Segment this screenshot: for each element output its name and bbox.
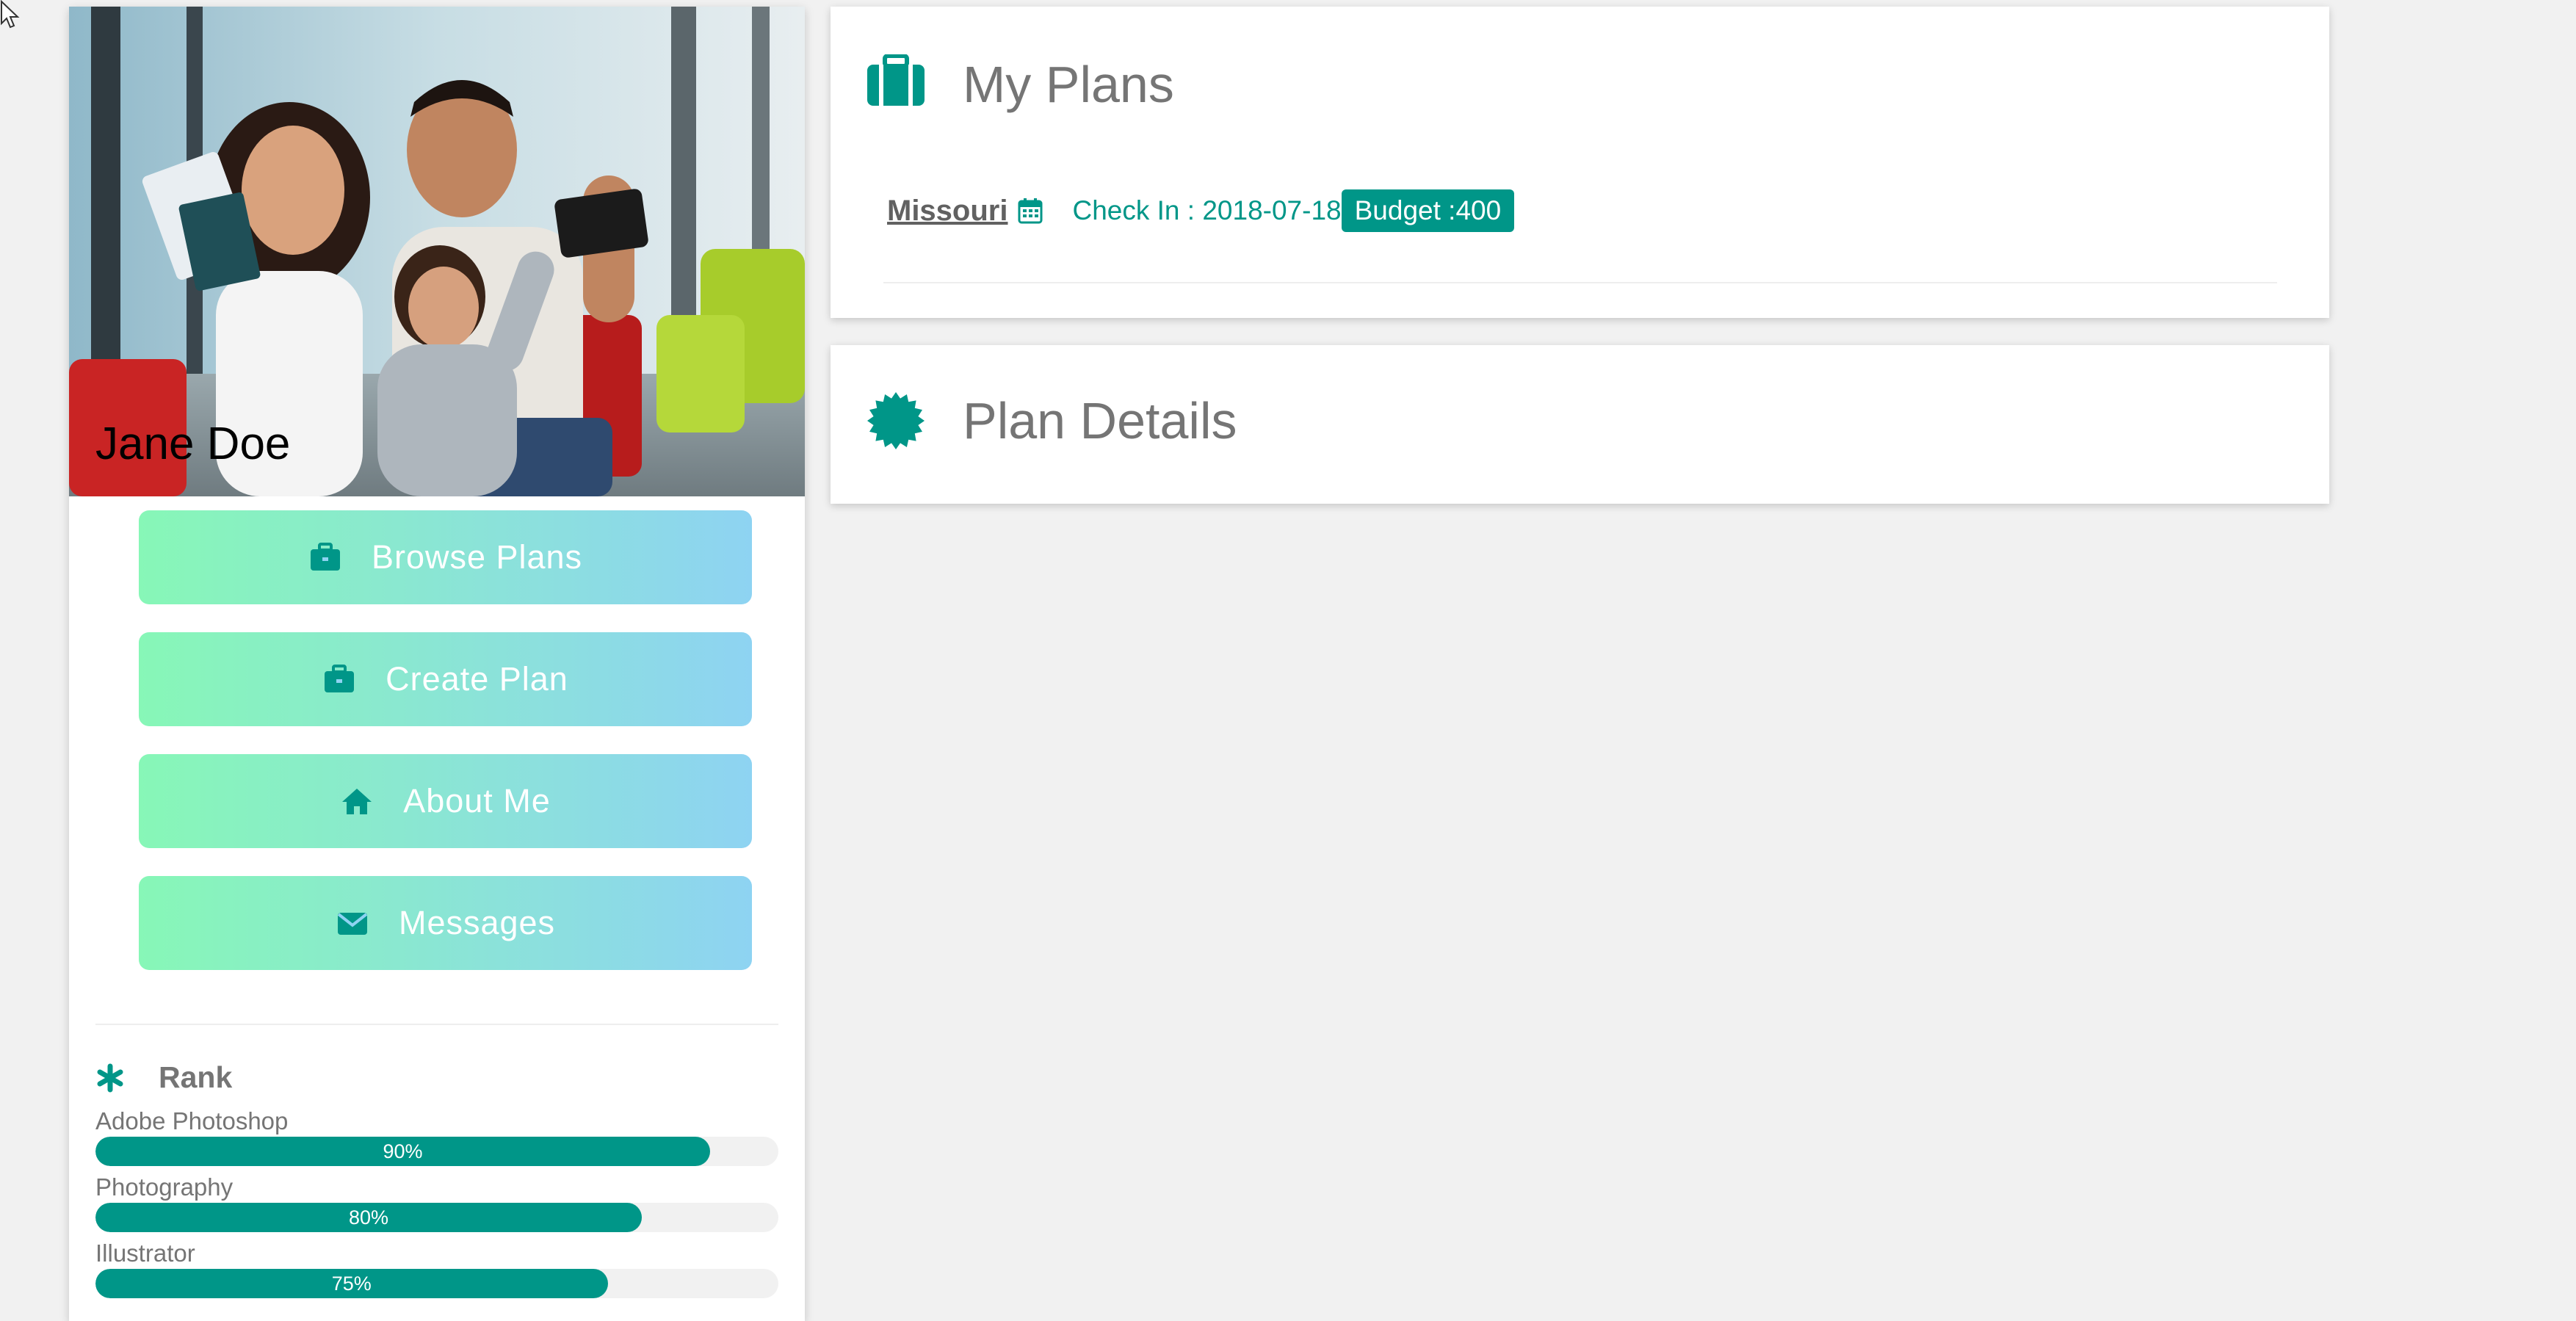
mouse-cursor-icon — [0, 0, 20, 29]
skill-progress-bar: 80% — [95, 1203, 642, 1232]
home-icon — [340, 784, 374, 818]
my-plans-card: My Plans Missouri Check In : 2018-07-18 … — [831, 7, 2329, 318]
skill-percent: 75% — [331, 1272, 372, 1295]
envelope-icon — [336, 906, 369, 940]
my-plans-heading: My Plans — [866, 54, 1174, 115]
calendar-icon — [1018, 198, 1043, 224]
browse-plans-button[interactable]: Browse Plans — [139, 510, 752, 604]
briefcase-icon — [322, 662, 356, 696]
skill-percent: 90% — [383, 1140, 423, 1162]
skill-label: Illustrator — [95, 1239, 195, 1267]
plan-row: Missouri Check In : 2018-07-18 Budget :4… — [887, 189, 1515, 233]
skill-item: Photography 80% — [95, 1172, 778, 1232]
skill-item: Adobe Photoshop 90% — [95, 1106, 778, 1166]
skill-progress-bar: 90% — [95, 1137, 710, 1166]
skill-progress-track: 90% — [95, 1137, 778, 1166]
skill-progress-bar: 75% — [95, 1269, 608, 1298]
about-me-label: About Me — [403, 782, 551, 819]
plan-city-link[interactable]: Missouri — [887, 195, 1007, 228]
certificate-icon — [866, 391, 926, 451]
messages-label: Messages — [398, 904, 556, 941]
briefcase-icon — [308, 540, 342, 574]
plan-budget-badge: Budget :400 — [1341, 189, 1515, 232]
messages-button[interactable]: Messages — [139, 876, 752, 970]
suitcase-icon — [866, 54, 926, 115]
about-me-button[interactable]: About Me — [139, 754, 752, 848]
profile-card: Jane Doe Browse Plans Create Plan About … — [69, 7, 805, 1321]
profile-name: Jane Doe — [95, 419, 291, 469]
skill-label: Photography — [95, 1173, 234, 1201]
rank-heading-label: Rank — [159, 1060, 233, 1094]
divider — [883, 282, 2277, 283]
divider — [95, 1024, 778, 1025]
profile-photo: Jane Doe — [69, 7, 805, 496]
skill-percent: 80% — [348, 1206, 389, 1228]
my-plans-title: My Plans — [963, 56, 1174, 113]
skill-progress-track: 80% — [95, 1203, 778, 1232]
skill-progress-track: 75% — [95, 1269, 778, 1298]
create-plan-label: Create Plan — [386, 660, 568, 698]
plan-details-title: Plan Details — [963, 392, 1237, 449]
skill-label: Adobe Photoshop — [95, 1107, 289, 1134]
create-plan-button[interactable]: Create Plan — [139, 632, 752, 726]
plan-checkin-date: Check In : 2018-07-18 — [1072, 195, 1342, 225]
browse-plans-label: Browse Plans — [371, 538, 583, 576]
asterisk-icon — [95, 1063, 125, 1093]
skill-item: Illustrator 75% — [95, 1238, 778, 1298]
plan-details-card: Plan Details — [831, 345, 2329, 504]
rank-heading: Rank — [95, 1060, 232, 1095]
plan-details-heading: Plan Details — [866, 391, 1237, 451]
